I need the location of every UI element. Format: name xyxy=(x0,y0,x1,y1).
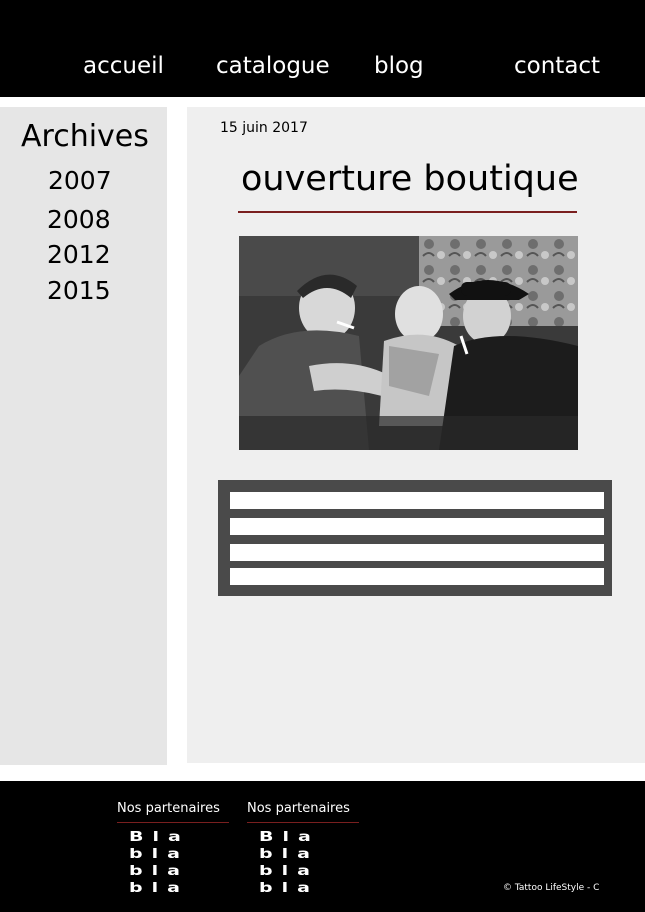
partners-column-2: Nos partenaires Bla bla bla bla xyxy=(247,801,359,901)
partner-link[interactable]: bla xyxy=(129,847,229,860)
title-divider xyxy=(238,211,577,213)
partners-divider xyxy=(247,822,359,823)
copyright-text: © Tattoo LifeStyle - C xyxy=(503,883,600,893)
partner-link[interactable]: bla xyxy=(259,881,359,894)
blog-post: 15 juin 2017 ouverture boutique xyxy=(187,107,645,763)
archive-year-2007[interactable]: 2007 xyxy=(48,166,112,195)
partners-title: Nos partenaires xyxy=(247,801,350,816)
partner-link[interactable]: bla xyxy=(129,864,229,877)
partner-link[interactable]: Bla xyxy=(129,830,229,843)
partners-column-1: Nos partenaires Bla bla bla bla xyxy=(117,801,229,901)
archive-year-2008[interactable]: 2008 xyxy=(47,205,111,234)
archives-sidebar: Archives 2007 2008 2012 2015 xyxy=(0,107,167,765)
post-title: ouverture boutique xyxy=(241,159,579,199)
tattoo-photo-icon xyxy=(239,236,578,450)
site-footer: Nos partenaires Bla bla bla bla Nos part… xyxy=(0,781,645,912)
partner-link[interactable]: bla xyxy=(129,881,229,894)
text-line xyxy=(230,568,604,585)
partner-link[interactable]: bla xyxy=(259,864,359,877)
text-line xyxy=(230,518,604,535)
archives-title: Archives xyxy=(21,119,149,154)
partners-title: Nos partenaires xyxy=(117,801,220,816)
nav-catalogue[interactable]: catalogue xyxy=(216,53,330,79)
site-header: accueil catalogue blog contact xyxy=(0,0,645,97)
archive-year-2015[interactable]: 2015 xyxy=(47,276,111,305)
post-date: 15 juin 2017 xyxy=(220,120,308,136)
post-text-placeholder xyxy=(218,480,612,596)
nav-accueil[interactable]: accueil xyxy=(83,53,164,79)
archive-year-2012[interactable]: 2012 xyxy=(47,240,111,269)
post-image xyxy=(239,236,578,450)
partner-link[interactable]: bla xyxy=(259,847,359,860)
nav-blog[interactable]: blog xyxy=(374,53,424,79)
partner-link[interactable]: Bla xyxy=(259,830,359,843)
nav-contact[interactable]: contact xyxy=(514,53,600,79)
partners-divider xyxy=(117,822,229,823)
text-line xyxy=(230,544,604,561)
text-line xyxy=(230,492,604,509)
